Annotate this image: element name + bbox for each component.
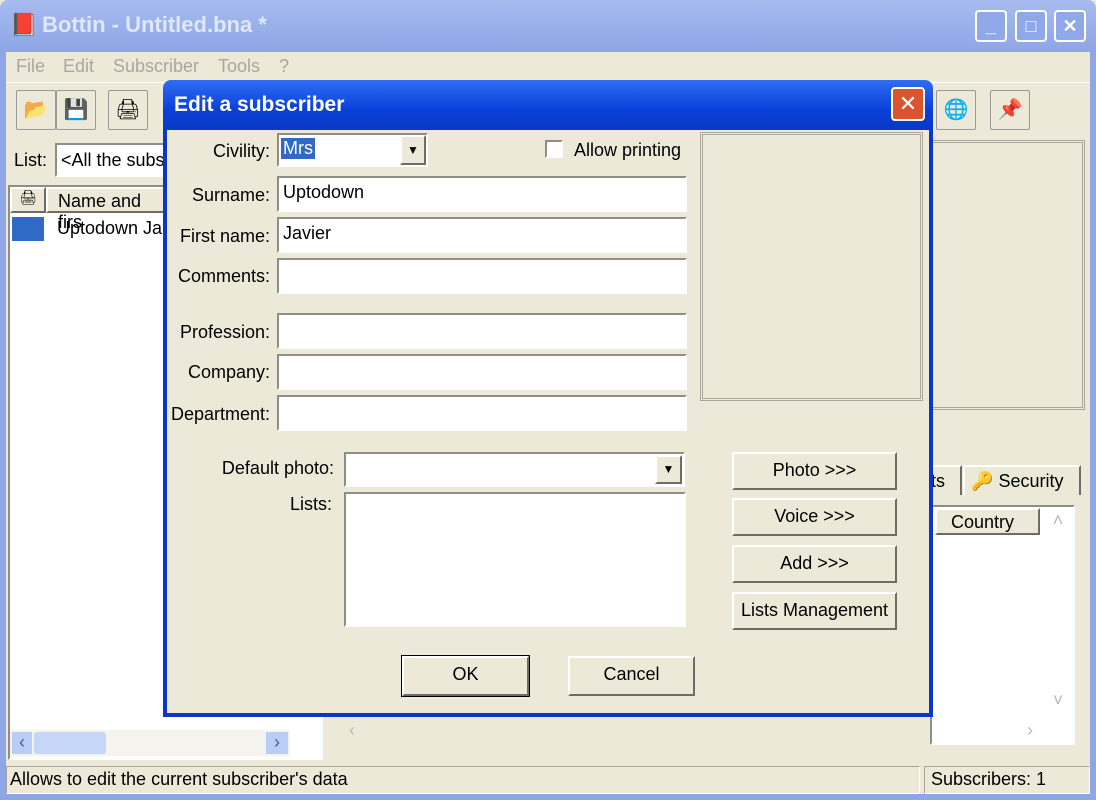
civility-value: Mrs: [281, 138, 315, 159]
voice-button[interactable]: Voice >>>: [732, 498, 897, 536]
tab-security[interactable]: 🔑 Security: [963, 465, 1081, 495]
default-photo-select[interactable]: [344, 452, 685, 487]
scroll-up-icon[interactable]: ˄: [1046, 510, 1070, 534]
list-label: List:: [14, 150, 48, 170]
scroll-left-icon[interactable]: ‹: [12, 732, 32, 754]
comments-label: Comments:: [177, 266, 270, 286]
company-input[interactable]: [277, 354, 687, 390]
app-book-icon: 📕: [10, 12, 38, 37]
status-message: Allows to edit the current subscriber's …: [6, 766, 920, 794]
menu-subscriber[interactable]: Subscriber: [113, 56, 199, 77]
main-title-bar: 📕 Bottin - Untitled.bna * _ □ ✕: [0, 0, 1096, 52]
scroll-right-icon-2[interactable]: ›: [1018, 720, 1042, 744]
dialog-close-icon[interactable]: ✕: [891, 87, 925, 121]
scroll-right-icon[interactable]: ›: [266, 732, 288, 754]
tab-security-label: Security: [998, 471, 1064, 491]
lists-management-button[interactable]: Lists Management: [732, 592, 897, 630]
maximize-button[interactable]: □: [1015, 10, 1047, 42]
print-icon[interactable]: 🖨: [108, 90, 148, 130]
key-icon: 🔑: [971, 471, 994, 491]
subscriber-count: Subscribers: 1: [924, 766, 1090, 794]
menu-tools[interactable]: Tools: [218, 56, 260, 77]
country-column-header[interactable]: Country: [935, 508, 1040, 535]
lists-label: Lists:: [289, 494, 332, 514]
printer-column-icon[interactable]: 🖨: [10, 187, 46, 213]
dialog-title-bar: Edit a subscriber ✕: [163, 80, 933, 130]
save-icon[interactable]: 💾: [56, 90, 96, 130]
profession-input[interactable]: [277, 313, 687, 349]
civility-label: Civility:: [213, 141, 270, 161]
surname-input[interactable]: Uptodown: [277, 176, 687, 212]
pin-icon[interactable]: 📌: [990, 90, 1030, 130]
window-title: Bottin - Untitled.bna *: [42, 12, 267, 37]
dialog-title: Edit a subscriber: [174, 93, 345, 116]
allow-printing-checkbox[interactable]: [545, 140, 563, 158]
civility-select[interactable]: Mrs ▼: [277, 133, 428, 167]
firstname-label: First name:: [179, 226, 270, 246]
default-photo-chevron-icon[interactable]: ▼: [655, 455, 682, 484]
menu-help[interactable]: ?: [279, 56, 289, 77]
photo-preview-panel: [925, 140, 1085, 410]
minimize-button[interactable]: _: [975, 10, 1007, 42]
firstname-input[interactable]: Javier: [277, 217, 687, 253]
add-button[interactable]: Add >>>: [732, 545, 897, 583]
profession-label: Profession:: [179, 322, 270, 342]
ok-button[interactable]: OK: [401, 655, 530, 697]
lists-listbox[interactable]: [344, 492, 686, 627]
surname-label: Surname:: [191, 185, 270, 205]
table-row[interactable]: Uptodown Ja: [57, 218, 162, 239]
scroll-down-icon[interactable]: ˅: [1046, 690, 1070, 714]
department-label: Department:: [170, 404, 270, 424]
scroll-left-icon-2[interactable]: ‹: [340, 720, 364, 744]
cancel-button[interactable]: Cancel: [568, 656, 695, 696]
chevron-down-icon[interactable]: ▼: [400, 135, 426, 165]
scroll-thumb[interactable]: [34, 732, 106, 754]
close-button[interactable]: ✕: [1054, 10, 1086, 42]
menu-edit[interactable]: Edit: [63, 56, 94, 77]
photo-button[interactable]: Photo >>>: [732, 452, 897, 490]
comments-input[interactable]: [277, 258, 687, 294]
department-input[interactable]: [277, 395, 687, 431]
default-photo-label: Default photo:: [221, 458, 334, 478]
company-label: Company:: [187, 362, 270, 382]
globe-icon[interactable]: 🌐: [936, 90, 976, 130]
photo-frame: [700, 132, 923, 401]
row-selection-marker: [12, 217, 44, 241]
menu-file[interactable]: File: [16, 56, 45, 77]
horizontal-scrollbar[interactable]: ‹ ›: [10, 730, 290, 756]
open-icon[interactable]: 📂: [16, 90, 56, 130]
allow-printing-label[interactable]: Allow printing: [574, 140, 681, 161]
